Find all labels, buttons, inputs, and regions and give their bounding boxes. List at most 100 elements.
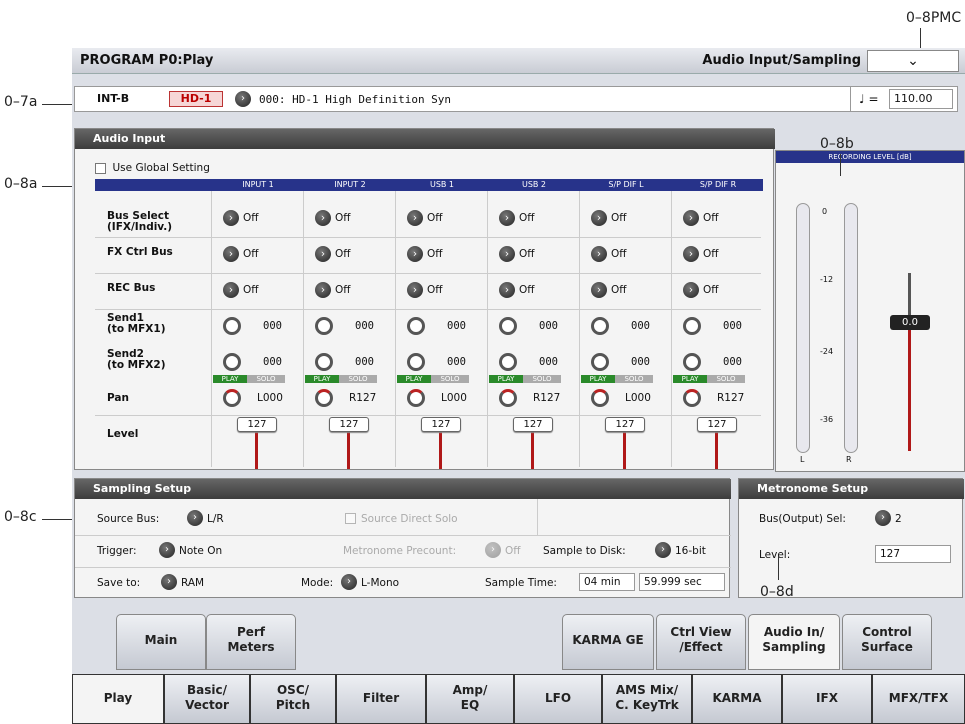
lower-tab-osc[interactable]: OSC/Pitch <box>250 674 336 724</box>
send1-knob[interactable] <box>223 317 241 335</box>
send2-value[interactable]: 000 <box>631 356 650 368</box>
trigger-value[interactable]: Note On <box>179 545 222 557</box>
sample-time-sec[interactable]: 59.999 sec <box>639 573 725 591</box>
pan-value[interactable]: L000 <box>625 392 651 404</box>
rec-bus-popup[interactable]: › <box>315 282 331 298</box>
pan-value[interactable]: R127 <box>349 392 376 404</box>
pan-value[interactable]: R127 <box>533 392 560 404</box>
solo-indicator[interactable]: SOLO <box>523 375 561 383</box>
lower-tab-filter[interactable]: Filter <box>336 674 426 724</box>
send2-knob[interactable] <box>499 353 517 371</box>
pan-knob[interactable] <box>315 389 333 407</box>
bus-select-value[interactable]: Off <box>611 212 627 224</box>
rec-bus-popup[interactable]: › <box>591 282 607 298</box>
level-value[interactable]: 127 <box>329 417 369 432</box>
bus-select-popup[interactable]: › <box>223 210 239 226</box>
rec-level-value[interactable]: 0.0 <box>890 315 930 330</box>
play-indicator[interactable]: PLAY <box>581 375 615 383</box>
level-value[interactable]: 127 <box>513 417 553 432</box>
sample-time-min[interactable]: 04 min <box>579 573 635 591</box>
lower-tab-play[interactable]: Play <box>72 674 164 724</box>
save-to-value[interactable]: RAM <box>181 577 204 589</box>
metronome-bus-popup[interactable]: › <box>875 510 891 526</box>
send2-value[interactable]: 000 <box>539 356 558 368</box>
mode-popup[interactable]: › <box>341 574 357 590</box>
bus-select-value[interactable]: Off <box>335 212 351 224</box>
program-popup-button[interactable]: › <box>235 91 251 107</box>
send1-knob[interactable] <box>499 317 517 335</box>
send2-value[interactable]: 000 <box>355 356 374 368</box>
rec-bus-value[interactable]: Off <box>519 284 535 296</box>
program-select-bar[interactable]: INT-B HD-1 › 000: HD-1 High Definition S… <box>74 86 859 112</box>
send1-value[interactable]: 000 <box>631 320 650 332</box>
metronome-precount-value[interactable]: Off <box>505 545 521 557</box>
pan-knob[interactable] <box>591 389 609 407</box>
rec-bus-value[interactable]: Off <box>427 284 443 296</box>
source-bus-value[interactable]: L/R <box>207 513 224 525</box>
sample-to-disk-value[interactable]: 16-bit <box>675 545 706 557</box>
send2-value[interactable]: 000 <box>447 356 466 368</box>
metronome-bus-value[interactable]: 2 <box>895 513 902 525</box>
rec-bus-popup[interactable]: › <box>683 282 699 298</box>
lower-tab-amp[interactable]: Amp/EQ <box>426 674 514 724</box>
rec-bus-popup[interactable]: › <box>407 282 423 298</box>
send2-knob[interactable] <box>683 353 701 371</box>
send2-knob[interactable] <box>315 353 333 371</box>
rec-bus-value[interactable]: Off <box>611 284 627 296</box>
send1-value[interactable]: 000 <box>263 320 282 332</box>
source-bus-popup[interactable]: › <box>187 510 203 526</box>
bus-select-popup[interactable]: › <box>315 210 331 226</box>
fx-ctrl-popup[interactable]: › <box>315 246 331 262</box>
solo-indicator[interactable]: SOLO <box>431 375 469 383</box>
solo-indicator[interactable]: SOLO <box>247 375 285 383</box>
metronome-level-value[interactable]: 127 <box>875 545 951 563</box>
send1-value[interactable]: 000 <box>539 320 558 332</box>
fx-ctrl-popup[interactable]: › <box>499 246 515 262</box>
fx-ctrl-value[interactable]: Off <box>335 248 351 260</box>
upper-tab-perf[interactable]: Perf Meters <box>206 614 296 670</box>
level-value[interactable]: 127 <box>421 417 461 432</box>
send1-knob[interactable] <box>683 317 701 335</box>
upper-tab-karma-ge[interactable]: KARMA GE <box>562 614 654 670</box>
level-value[interactable]: 127 <box>237 417 277 432</box>
play-indicator[interactable]: PLAY <box>397 375 431 383</box>
rec-bus-value[interactable]: Off <box>335 284 351 296</box>
level-value[interactable]: 127 <box>605 417 645 432</box>
sample-to-disk-popup[interactable]: › <box>655 542 671 558</box>
upper-tab-audio-in[interactable]: Audio In/Sampling <box>748 614 840 670</box>
fx-ctrl-value[interactable]: Off <box>519 248 535 260</box>
send2-knob[interactable] <box>223 353 241 371</box>
fx-ctrl-value[interactable]: Off <box>611 248 627 260</box>
send1-value[interactable]: 000 <box>723 320 742 332</box>
upper-tab-control[interactable]: Control Surface <box>842 614 932 670</box>
solo-indicator[interactable]: SOLO <box>615 375 653 383</box>
lower-tab-lfo[interactable]: LFO <box>514 674 602 724</box>
rec-bus-popup[interactable]: › <box>499 282 515 298</box>
fx-ctrl-value[interactable]: Off <box>703 248 719 260</box>
bus-select-value[interactable]: Off <box>519 212 535 224</box>
play-indicator[interactable]: PLAY <box>305 375 339 383</box>
upper-tab-ctrl-view[interactable]: Ctrl View/Effect <box>656 614 746 670</box>
pan-value[interactable]: L000 <box>257 392 283 404</box>
solo-indicator[interactable]: SOLO <box>707 375 745 383</box>
bus-select-popup[interactable]: › <box>499 210 515 226</box>
send1-knob[interactable] <box>407 317 425 335</box>
pan-knob[interactable] <box>223 389 241 407</box>
page-menu-button[interactable]: ⌄ <box>867 50 959 72</box>
pan-knob[interactable] <box>683 389 701 407</box>
lower-tab-mfx-tfx[interactable]: MFX/TFX <box>872 674 965 724</box>
send2-knob[interactable] <box>407 353 425 371</box>
solo-indicator[interactable]: SOLO <box>339 375 377 383</box>
bus-select-popup[interactable]: › <box>407 210 423 226</box>
fx-ctrl-popup[interactable]: › <box>407 246 423 262</box>
trigger-popup[interactable]: › <box>159 542 175 558</box>
lower-tab-basic[interactable]: Basic/Vector <box>164 674 250 724</box>
send2-value[interactable]: 000 <box>263 356 282 368</box>
fx-ctrl-value[interactable]: Off <box>427 248 443 260</box>
send1-knob[interactable] <box>591 317 609 335</box>
bus-select-popup[interactable]: › <box>683 210 699 226</box>
pan-knob[interactable] <box>499 389 517 407</box>
play-indicator[interactable]: PLAY <box>489 375 523 383</box>
use-global-setting[interactable]: Use Global Setting <box>95 161 210 174</box>
pan-knob[interactable] <box>407 389 425 407</box>
